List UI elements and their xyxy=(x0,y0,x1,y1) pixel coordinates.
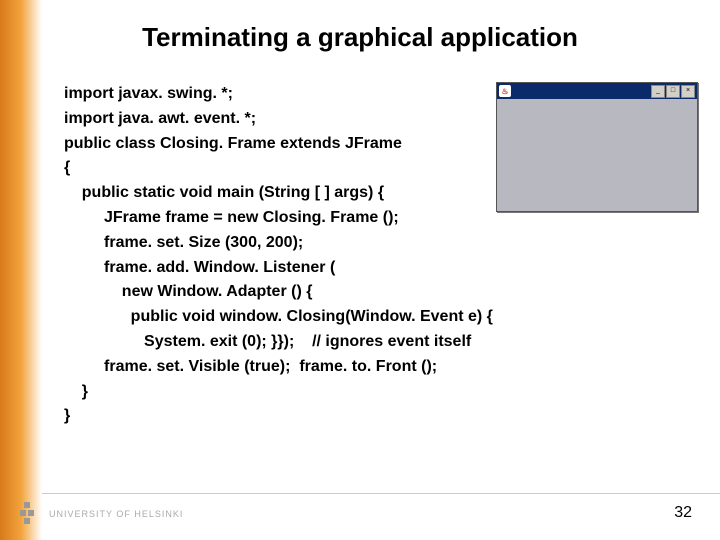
footer-divider xyxy=(42,493,720,494)
footer-logo: UNIVERSITY OF HELSINKI xyxy=(14,500,183,528)
sidebar-gradient xyxy=(0,0,42,540)
page-number: 32 xyxy=(674,504,692,522)
slide-title: Terminating a graphical application xyxy=(0,22,720,53)
java-icon: ♨ xyxy=(499,85,511,97)
window-control-buttons: _ □ × xyxy=(651,85,695,98)
footer-org-label: UNIVERSITY OF HELSINKI xyxy=(49,509,183,519)
example-window: ♨ _ □ × xyxy=(496,82,698,212)
close-icon: × xyxy=(681,85,695,98)
window-titlebar: ♨ _ □ × xyxy=(497,83,697,99)
minimize-icon: _ xyxy=(651,85,665,98)
helsinki-logo-icon xyxy=(14,500,42,528)
maximize-icon: □ xyxy=(666,85,680,98)
